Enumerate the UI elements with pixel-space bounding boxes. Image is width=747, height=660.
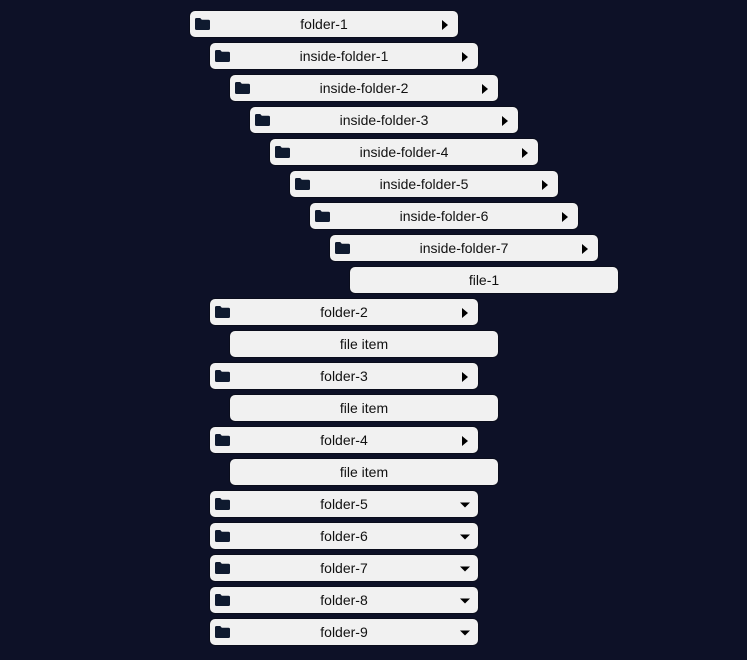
tree-item-file[interactable]: file item — [229, 330, 499, 358]
chevron-right-icon — [460, 372, 470, 382]
tree-item-label: file-1 — [468, 272, 500, 288]
chevron-right-icon — [440, 20, 450, 30]
chevron-right-icon — [520, 148, 530, 158]
folder-icon — [215, 626, 230, 638]
chevron-right-icon — [480, 84, 490, 94]
tree-item-label: folder-5 — [320, 496, 368, 512]
folder-icon — [295, 178, 310, 190]
tree-item-label: inside-folder-6 — [399, 208, 489, 224]
folder-icon — [315, 210, 330, 222]
tree-item-inside-folder-7[interactable]: inside-folder-7 — [329, 234, 599, 262]
folder-tree: folder-1 inside-folder-1 inside-folder-2… — [0, 0, 747, 660]
chevron-down-icon — [460, 500, 470, 510]
tree-item-label: file item — [339, 400, 389, 416]
tree-item-label: inside-folder-5 — [379, 176, 469, 192]
tree-item-label: inside-folder-1 — [299, 48, 389, 64]
tree-item-label: inside-folder-2 — [319, 80, 409, 96]
tree-item-label: file item — [339, 336, 389, 352]
tree-item-inside-folder-2[interactable]: inside-folder-2 — [229, 74, 499, 102]
chevron-down-icon — [460, 564, 470, 574]
tree-item-folder-4[interactable]: folder-4 — [209, 426, 479, 454]
tree-item-label: file item — [339, 464, 389, 480]
tree-item-folder-7[interactable]: folder-7 — [209, 554, 479, 582]
chevron-right-icon — [580, 244, 590, 254]
tree-item-label: folder-8 — [320, 592, 368, 608]
tree-item-inside-folder-6[interactable]: inside-folder-6 — [309, 202, 579, 230]
folder-icon — [275, 146, 290, 158]
folder-icon — [215, 434, 230, 446]
chevron-right-icon — [460, 436, 470, 446]
folder-icon — [255, 114, 270, 126]
tree-item-folder-3[interactable]: folder-3 — [209, 362, 479, 390]
tree-item-folder-9[interactable]: folder-9 — [209, 618, 479, 646]
tree-item-label: folder-3 — [320, 368, 368, 384]
tree-item-inside-folder-3[interactable]: inside-folder-3 — [249, 106, 519, 134]
tree-item-folder-8[interactable]: folder-8 — [209, 586, 479, 614]
tree-item-label: folder-4 — [320, 432, 368, 448]
tree-item-folder-6[interactable]: folder-6 — [209, 522, 479, 550]
tree-item-file[interactable]: file item — [229, 458, 499, 486]
chevron-right-icon — [460, 308, 470, 318]
chevron-right-icon — [560, 212, 570, 222]
tree-item-folder-5[interactable]: folder-5 — [209, 490, 479, 518]
tree-item-folder-2[interactable]: folder-2 — [209, 298, 479, 326]
chevron-right-icon — [460, 52, 470, 62]
tree-item-label: folder-1 — [300, 16, 348, 32]
tree-item-label: folder-7 — [320, 560, 368, 576]
folder-icon — [215, 562, 230, 574]
tree-item-file[interactable]: file item — [229, 394, 499, 422]
chevron-down-icon — [460, 532, 470, 542]
chevron-right-icon — [500, 116, 510, 126]
tree-item-inside-folder-4[interactable]: inside-folder-4 — [269, 138, 539, 166]
folder-icon — [215, 50, 230, 62]
tree-item-label: inside-folder-7 — [419, 240, 509, 256]
folder-icon — [235, 82, 250, 94]
tree-item-label: folder-9 — [320, 624, 368, 640]
folder-icon — [215, 530, 230, 542]
chevron-down-icon — [460, 596, 470, 606]
folder-icon — [215, 498, 230, 510]
tree-item-label: inside-folder-3 — [339, 112, 429, 128]
tree-item-folder-1[interactable]: folder-1 — [189, 10, 459, 38]
folder-icon — [215, 594, 230, 606]
tree-item-label: folder-2 — [320, 304, 368, 320]
folder-icon — [215, 306, 230, 318]
tree-item-label: inside-folder-4 — [359, 144, 449, 160]
folder-icon — [195, 18, 210, 30]
chevron-right-icon — [540, 180, 550, 190]
tree-item-inside-folder-1[interactable]: inside-folder-1 — [209, 42, 479, 70]
folder-icon — [335, 242, 350, 254]
chevron-down-icon — [460, 628, 470, 638]
tree-item-inside-folder-5[interactable]: inside-folder-5 — [289, 170, 559, 198]
tree-item-label: folder-6 — [320, 528, 368, 544]
folder-icon — [215, 370, 230, 382]
tree-item-file-1[interactable]: file-1 — [349, 266, 619, 294]
